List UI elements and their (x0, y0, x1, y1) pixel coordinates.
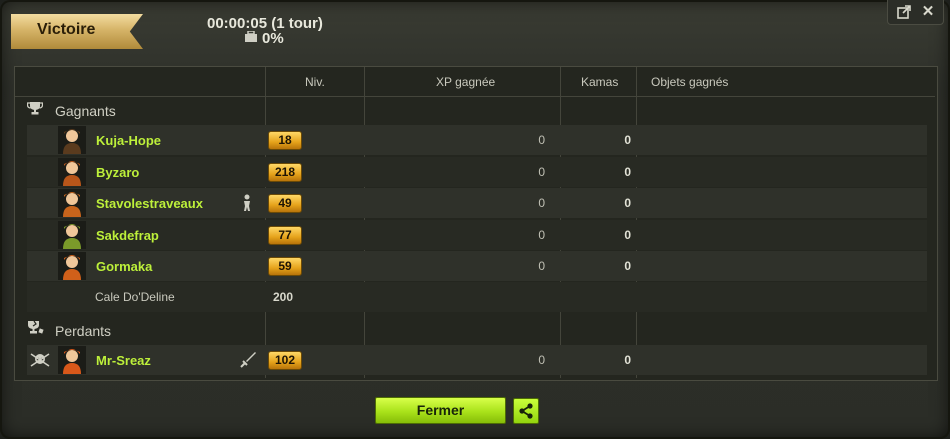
drop-percent: 0% (262, 30, 284, 47)
drop-bag-icon (245, 31, 257, 42)
player-avatar[interactable] (58, 252, 86, 280)
table-row: Mr-Sreaz 102 0 0 (27, 345, 927, 375)
winners-title: Gagnants (55, 103, 116, 119)
xp-value: 0 (538, 259, 545, 273)
losers-title: Perdants (55, 323, 112, 339)
table-row: Cale Do'Deline 200 (27, 282, 927, 312)
xp-value: 0 (538, 228, 545, 242)
trophy-icon (27, 102, 43, 115)
xp-value: 0 (538, 165, 545, 179)
player-name[interactable]: Kuja-Hope (96, 133, 161, 148)
monster-level: 200 (273, 290, 294, 304)
kamas-value: 0 (624, 353, 631, 367)
player-avatar[interactable] (58, 346, 86, 374)
level-badge: 49 (268, 194, 302, 213)
xp-value: 0 (538, 353, 545, 367)
table-row: Byzaro 218 0 0 (27, 157, 927, 187)
close-icon: ✕ (921, 3, 935, 20)
share-icon (519, 403, 533, 419)
person-icon (244, 194, 250, 211)
monster-name: Cale Do'Deline (95, 290, 175, 304)
xp-value: 0 (538, 133, 545, 147)
xp-value: 0 (538, 196, 545, 210)
player-name[interactable]: Byzaro (96, 165, 139, 180)
level-badge: 59 (268, 257, 302, 276)
popout-icon (897, 5, 911, 19)
player-name[interactable]: Sakdefrap (96, 228, 159, 243)
table-row: Gormaka 59 0 0 (27, 251, 927, 281)
table-row: Sakdefrap 77 0 0 (27, 220, 927, 250)
level-badge: 102 (268, 351, 302, 370)
result-label: Victoire (37, 21, 96, 38)
header-xp: XP gagnée (436, 75, 496, 89)
player-avatar[interactable] (58, 189, 86, 217)
kamas-value: 0 (624, 196, 631, 210)
level-badge: 77 (268, 226, 302, 245)
kamas-value: 0 (624, 165, 631, 179)
header-items: Objets gagnés (651, 75, 729, 89)
popout-button[interactable] (892, 2, 916, 22)
broken-trophy-icon (28, 320, 44, 334)
player-avatar[interactable] (58, 126, 86, 154)
close-button[interactable]: Fermer (375, 397, 506, 424)
level-badge: 218 (268, 163, 302, 182)
player-name[interactable]: Gormaka (96, 259, 152, 274)
header-level: Niv. (305, 75, 325, 89)
header-divider (15, 96, 935, 97)
kamas-value: 0 (624, 133, 631, 147)
player-name[interactable]: Stavolestraveaux (96, 196, 203, 211)
kamas-value: 0 (624, 259, 631, 273)
table-row: Stavolestraveaux 49 0 0 (27, 188, 927, 218)
player-avatar[interactable] (58, 221, 86, 249)
skull-icon (30, 353, 50, 367)
player-name[interactable]: Mr-Sreaz (96, 353, 151, 368)
close-window-button[interactable]: ✕ (916, 2, 940, 22)
sword-icon (240, 352, 256, 368)
header-kamas: Kamas (581, 75, 619, 89)
player-avatar[interactable] (58, 158, 86, 186)
share-button[interactable] (513, 398, 539, 424)
table-row: Kuja-Hope 18 0 0 (27, 125, 927, 155)
level-badge: 18 (268, 131, 302, 150)
kamas-value: 0 (624, 228, 631, 242)
